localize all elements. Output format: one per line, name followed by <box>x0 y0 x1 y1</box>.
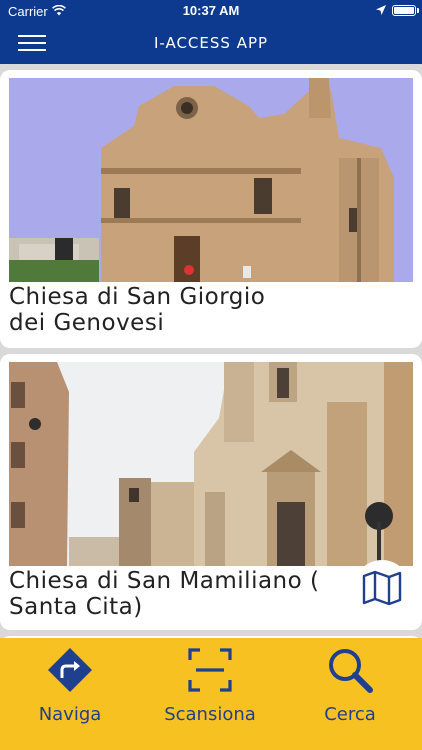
navigate-sign-icon <box>48 648 92 692</box>
place-title: Chiesa di San Mamiliano ( Santa Cita) <box>9 568 369 620</box>
place-title-line: dei Genovesi <box>9 310 165 336</box>
tab-cerca[interactable]: Cerca <box>280 638 420 750</box>
battery-tip <box>417 8 419 13</box>
place-photo-san-mamiliano <box>9 362 413 566</box>
place-title-line: Chiesa di San Mamiliano ( <box>9 568 320 594</box>
tab-naviga[interactable]: Naviga <box>0 638 140 750</box>
tab-label: Naviga <box>38 704 102 725</box>
app-title: I-ACCESS APP <box>153 34 269 52</box>
location-arrow-icon <box>376 5 386 15</box>
place-card-san-giorgio[interactable]: Chiesa di San Giorgio dei Genovesi <box>0 70 422 348</box>
map-icon <box>362 570 402 606</box>
tab-scansiona[interactable]: Scansiona <box>140 638 280 750</box>
place-title-line: Chiesa di San Giorgio <box>9 284 266 310</box>
place-title-line: Santa Cita) <box>9 594 143 620</box>
tab-label: Cerca <box>324 704 376 725</box>
map-button[interactable] <box>354 560 410 616</box>
place-title: Chiesa di San Giorgio dei Genovesi <box>9 284 369 336</box>
bottom-tab-bar: Naviga Scansiona Cerca <box>0 638 422 750</box>
app-header: I-ACCESS APP <box>0 22 422 64</box>
search-icon <box>329 649 373 693</box>
scan-frame-icon <box>188 648 232 692</box>
place-card-san-mamiliano[interactable]: Chiesa di San Mamiliano ( Santa Cita) <box>0 354 422 630</box>
places-list[interactable]: Chiesa di San Giorgio dei Genovesi Chies… <box>0 64 422 638</box>
battery-icon <box>392 5 416 16</box>
tab-label: Scansiona <box>164 704 256 725</box>
status-bar: Carrier 10:37 AM <box>0 0 422 22</box>
clock: 10:37 AM <box>182 3 240 18</box>
place-photo-san-giorgio <box>9 78 413 282</box>
